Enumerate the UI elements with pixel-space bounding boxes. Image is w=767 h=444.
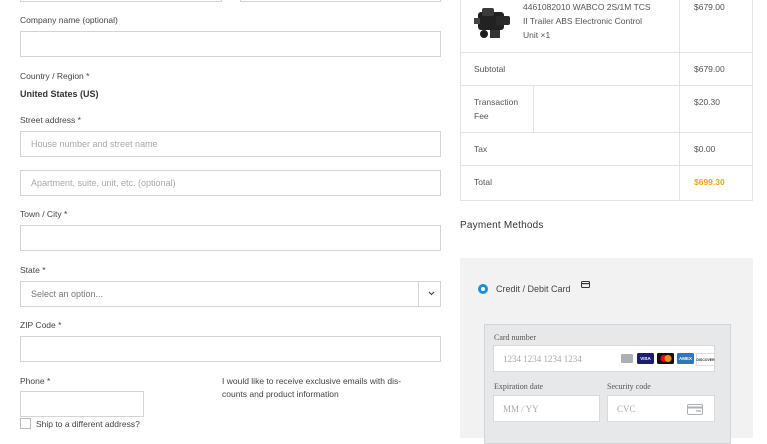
subtotal-label: Subtotal xyxy=(474,64,506,74)
amex-icon: AMEX xyxy=(677,353,694,364)
required-mark: * xyxy=(58,320,62,330)
payment-methods-title: Payment Methods xyxy=(460,220,544,231)
card-number-label: Card number xyxy=(494,333,536,342)
phone-input[interactable] xyxy=(20,391,144,417)
product-thumbnail xyxy=(472,4,516,42)
ship-different-row[interactable]: Ship to a different address? xyxy=(20,418,140,429)
fee-label: Transaction Fee xyxy=(474,97,519,121)
credit-card-label: Credit / Debit Card xyxy=(496,284,571,294)
table-border xyxy=(460,52,753,53)
security-code-input[interactable]: CVC xyxy=(607,395,715,422)
product-price: $679.00 xyxy=(694,2,725,12)
street-address-2-placeholder: Apartment, suite, unit, etc. (optional) xyxy=(31,178,176,188)
required-mark: * xyxy=(63,209,68,219)
country-label: Country / Region * xyxy=(20,71,90,81)
state-select-placeholder: Select an option... xyxy=(31,289,104,299)
table-border xyxy=(460,0,461,201)
expiration-placeholder: MM / YY xyxy=(503,403,539,414)
expiration-label: Expiration date xyxy=(494,382,544,391)
table-border xyxy=(460,85,753,86)
select-divider xyxy=(418,282,419,306)
expiration-input[interactable]: MM / YY xyxy=(493,395,600,422)
required-mark: * xyxy=(42,265,46,275)
phone-label: Phone * xyxy=(20,376,51,386)
state-select[interactable]: Select an option... xyxy=(20,281,441,307)
fee-value: $20.30 xyxy=(694,97,720,107)
discover-icon: DISCOVER xyxy=(696,353,715,366)
required-mark: * xyxy=(77,115,81,125)
credit-card-option[interactable]: Credit / Debit Card xyxy=(478,281,590,294)
card-details-panel: Card number 1234 1234 1234 1234 VISA AME… xyxy=(484,324,731,444)
ship-different-checkbox[interactable] xyxy=(20,418,31,429)
tax-label: Tax xyxy=(474,144,488,154)
last-name-input-partial[interactable] xyxy=(240,0,441,2)
generic-card-icon xyxy=(621,354,633,363)
table-border xyxy=(679,0,680,201)
table-border xyxy=(533,85,534,132)
street-address-placeholder: House number and street name xyxy=(31,139,158,149)
card-number-input[interactable]: 1234 1234 1234 1234 VISA AMEX DISCOVER xyxy=(493,345,715,372)
first-name-input-partial[interactable] xyxy=(20,0,222,2)
security-code-label: Security code xyxy=(607,382,651,391)
state-label: State * xyxy=(20,265,46,275)
product-name: 4461082010 WABCO 2S/1M TCS II Trailer AB… xyxy=(523,2,651,40)
subtotal-value: $679.00 xyxy=(694,64,725,74)
required-mark: * xyxy=(86,71,90,81)
visa-icon: VISA xyxy=(637,353,654,364)
table-border xyxy=(460,132,753,133)
security-code-placeholder: CVC xyxy=(617,403,636,414)
company-label: Company name (optional) xyxy=(20,15,118,25)
chevron-down-icon xyxy=(428,289,435,299)
table-border xyxy=(460,200,753,201)
card-icon xyxy=(580,280,590,290)
radio-selected-icon[interactable] xyxy=(478,284,488,294)
cvc-card-icon xyxy=(687,404,703,417)
company-input[interactable] xyxy=(20,31,441,57)
street-address-input[interactable]: House number and street name xyxy=(20,131,441,157)
required-mark: * xyxy=(46,376,51,386)
table-border xyxy=(752,0,753,201)
city-label: Town / City * xyxy=(20,209,68,219)
payment-methods-box: Credit / Debit Card Card number 1234 123… xyxy=(460,258,753,444)
city-input[interactable] xyxy=(20,225,441,251)
total-value: $699.30 xyxy=(694,177,725,187)
zip-label: ZIP Code * xyxy=(20,320,62,330)
country-value: United States (US) xyxy=(20,89,99,99)
zip-input[interactable] xyxy=(20,336,441,362)
street-label: Street address * xyxy=(20,115,81,125)
table-border xyxy=(460,165,753,166)
total-label: Total xyxy=(474,177,492,187)
ship-different-label: Ship to a different address? xyxy=(36,418,140,429)
mastercard-icon xyxy=(657,353,674,364)
street-address-2-input[interactable]: Apartment, suite, unit, etc. (optional) xyxy=(20,170,441,196)
card-number-placeholder: 1234 1234 1234 1234 xyxy=(503,353,582,364)
tax-value: $0.00 xyxy=(694,144,716,154)
newsletter-text: I would like to receive exclusive emails… xyxy=(222,376,402,399)
